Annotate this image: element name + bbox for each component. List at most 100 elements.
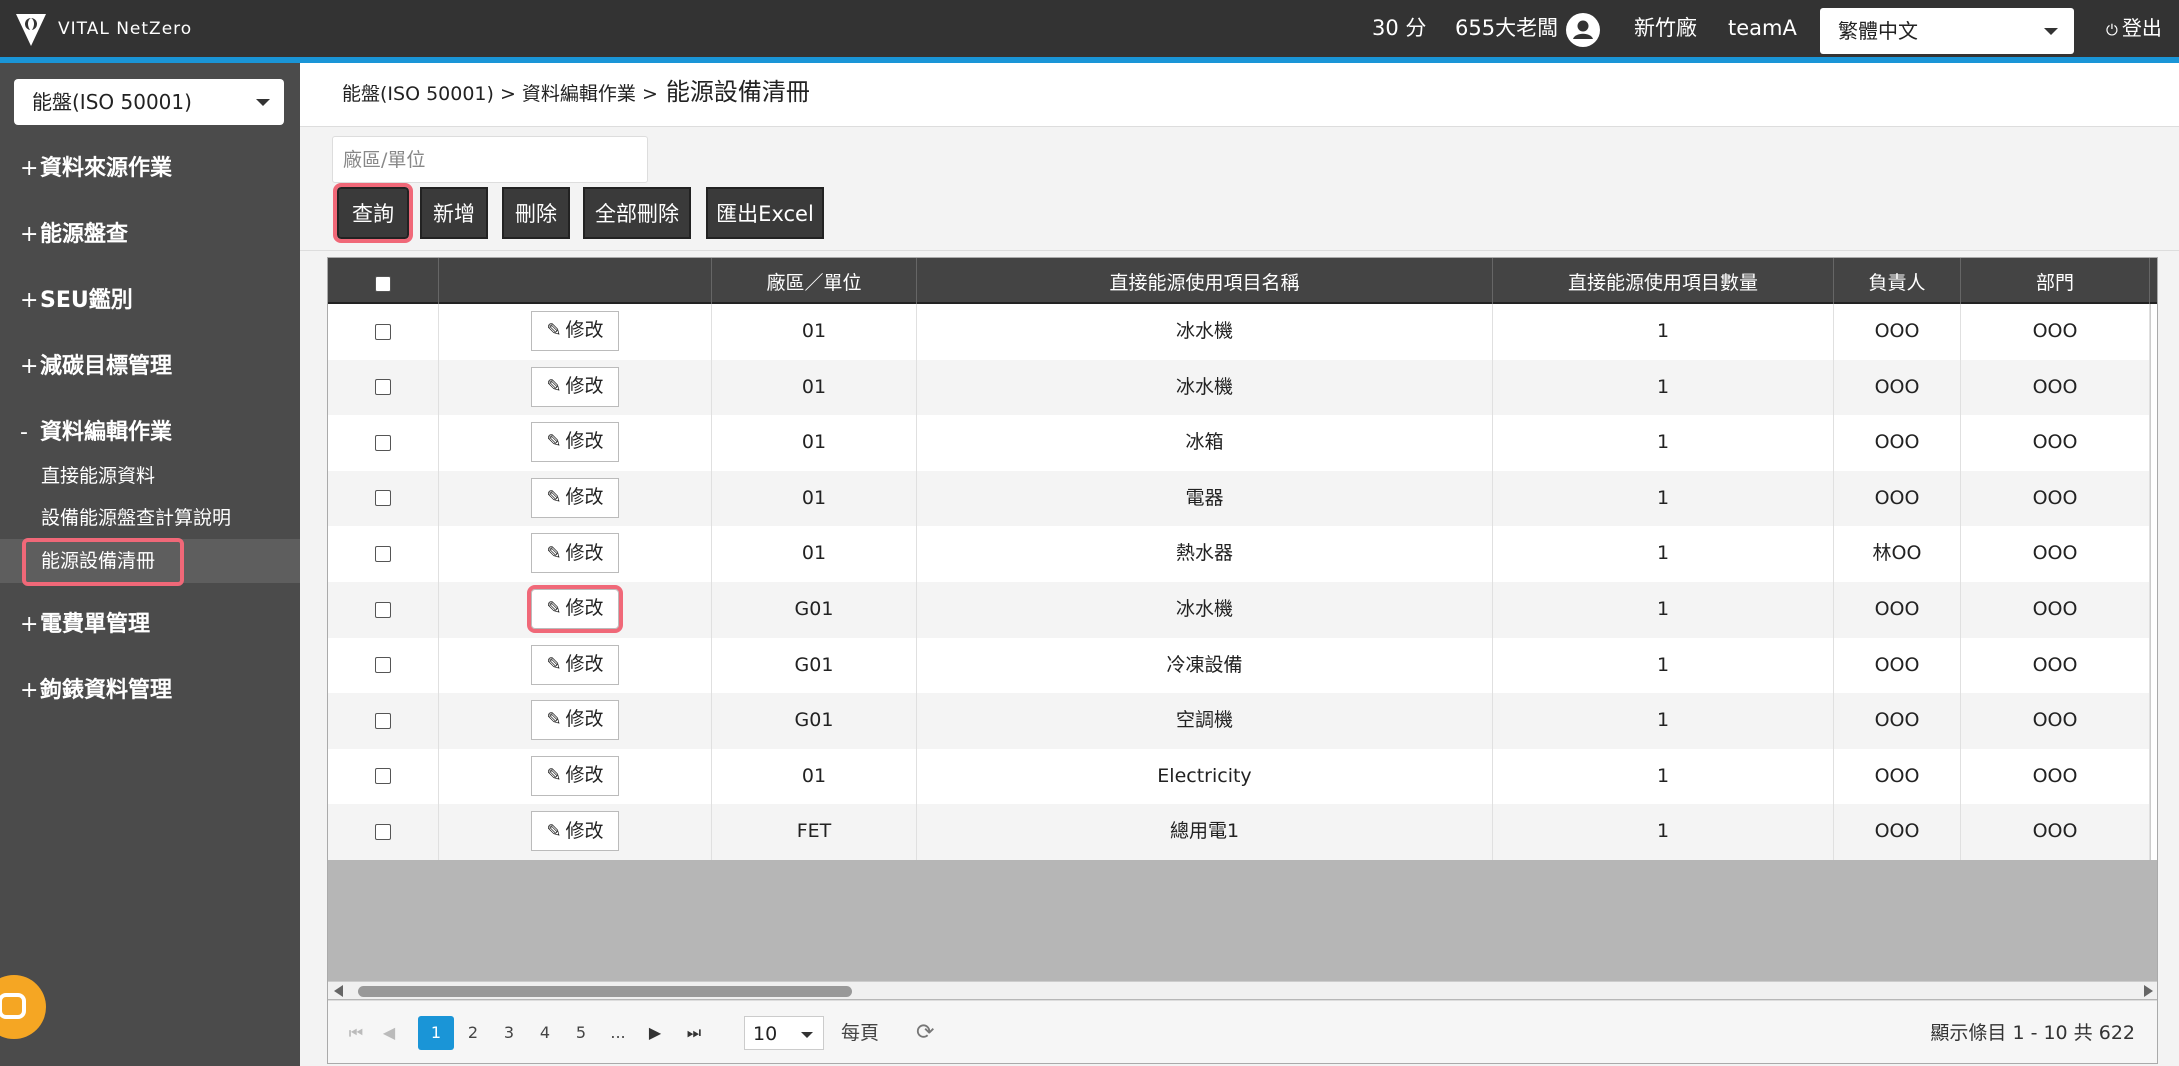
prev-page-icon[interactable]: ◀ [376, 1016, 402, 1050]
vertical-scrollbar[interactable] [2150, 304, 2157, 860]
cell-item-name: 電器 [917, 470, 1493, 527]
collapse-sign: - [20, 420, 28, 445]
cell-owner: OOO [1834, 582, 1961, 638]
unit-filter-input[interactable] [333, 137, 647, 182]
scroll-right-icon[interactable] [2144, 985, 2153, 997]
table-row: ✎ 修改 01 冰水機 1 OOO OOO [328, 304, 2150, 360]
edit-button[interactable]: ✎ 修改 [531, 477, 619, 518]
header-select-all[interactable] [328, 258, 439, 304]
unit-filter-field[interactable] [332, 136, 648, 183]
edit-button[interactable]: ✎ 修改 [531, 366, 619, 407]
cell-owner: OOO [1834, 304, 1961, 360]
row-checkbox[interactable] [375, 323, 391, 340]
cell-dept: OOO [1961, 359, 2150, 416]
score-display: 30 分 [1372, 16, 1427, 40]
page-5[interactable]: 5 [568, 1016, 594, 1050]
delete-button[interactable]: 刪除 [502, 187, 570, 239]
cell-item-name: 冷凍設備 [917, 637, 1493, 694]
refresh-icon[interactable]: ⟳ [916, 1016, 934, 1050]
logout-button[interactable]: ⏻ 登出 [2106, 0, 2162, 57]
expand-sign: + [20, 156, 39, 181]
header-owner[interactable]: 負責人 [1834, 258, 1961, 304]
row-checkbox[interactable] [375, 823, 391, 840]
module-select[interactable]: 能盤(ISO 50001) [14, 79, 284, 125]
cell-unit: 01 [712, 526, 917, 582]
breadcrumb: 能盤(ISO 50001) > 資料編輯作業 > 能源設備清冊 [342, 63, 810, 127]
edit-button[interactable]: ✎ 修改 [531, 533, 619, 574]
breadcrumb-path[interactable]: 能盤(ISO 50001) > 資料編輯作業 > [342, 83, 658, 105]
export-excel-button[interactable]: 匯出Excel [706, 187, 824, 239]
menu-group-seu[interactable]: +SEU鑑別 [0, 281, 300, 321]
header-item-qty[interactable]: 直接能源使用項目數量 [1493, 258, 1834, 304]
menu-group-label: 減碳目標管理 [40, 354, 173, 379]
menu-group-energy-inventory[interactable]: +能源盤查 [0, 215, 300, 255]
select-all-checkbox[interactable] [375, 275, 391, 292]
page-ellipsis[interactable]: ... [604, 1016, 632, 1050]
query-button[interactable]: 查詢 [333, 183, 413, 243]
next-page-icon[interactable]: ▶ [642, 1016, 668, 1050]
cell-owner: OOO [1834, 637, 1961, 694]
language-select[interactable]: 繁體中文 [1820, 8, 2074, 54]
row-checkbox[interactable] [375, 601, 391, 618]
row-select-cell [328, 304, 439, 360]
sidebar-item-direct-energy[interactable]: 直接能源資料 [0, 458, 300, 494]
user-name[interactable]: 655大老闆 [1455, 0, 1558, 57]
chevron-down-icon [2044, 28, 2058, 35]
menu-group-data-edit[interactable]: - 資料編輯作業 [0, 413, 300, 453]
menu-group-data-source[interactable]: +資料來源作業 [0, 149, 300, 189]
row-checkbox[interactable] [375, 545, 391, 562]
horizontal-scrollbar[interactable] [328, 981, 2157, 999]
cell-item-name: 冰水機 [917, 359, 1493, 416]
menu-group-carbon-target[interactable]: +減碳目標管理 [0, 347, 300, 387]
row-checkbox[interactable] [375, 657, 391, 674]
page-2[interactable]: 2 [460, 1016, 486, 1050]
row-actions-cell: ✎ 修改 [439, 693, 712, 749]
edit-label: 修改 [565, 430, 604, 453]
row-checkbox[interactable] [375, 379, 391, 396]
page-3[interactable]: 3 [496, 1016, 522, 1050]
user-avatar-icon[interactable] [1566, 13, 1600, 47]
factory-label[interactable]: 新竹廠 [1634, 0, 1697, 57]
edit-button[interactable]: ✎ 修改 [531, 700, 619, 741]
cell-dept: OOO [1961, 637, 2150, 694]
first-page-icon[interactable]: ⏮ [342, 1016, 370, 1050]
scroll-left-icon[interactable] [334, 985, 343, 997]
pencil-icon: ✎ [546, 820, 562, 842]
edit-button[interactable]: ✎ 修改 [531, 422, 619, 463]
header-item-name[interactable]: 直接能源使用項目名稱 [917, 258, 1493, 304]
cell-owner: OOO [1834, 415, 1961, 471]
page-size-select[interactable]: 10 [744, 1016, 824, 1050]
sidebar-item-calc-description[interactable]: 設備能源盤查計算說明 [0, 500, 300, 536]
edit-button[interactable]: ✎ 修改 [531, 644, 619, 685]
row-checkbox[interactable] [375, 434, 391, 451]
last-page-icon[interactable]: ⏭ [680, 1016, 708, 1050]
row-checkbox[interactable] [375, 490, 391, 507]
expand-sign: + [20, 354, 39, 379]
cell-item-qty: 1 [1493, 526, 1834, 582]
row-checkbox[interactable] [375, 712, 391, 729]
header-unit[interactable]: 廠區／單位 [712, 258, 917, 304]
edit-button[interactable]: ✎ 修改 [531, 311, 619, 351]
chevron-down-icon [256, 99, 270, 106]
cell-dept: OOO [1961, 804, 2150, 860]
header-dept[interactable]: 部門 [1961, 258, 2150, 304]
scrollbar-thumb[interactable] [358, 986, 852, 997]
table-row: ✎ 修改 01 冰水機 1 OOO OOO [328, 359, 2150, 416]
logo-icon [16, 14, 46, 46]
edit-button[interactable]: ✎ 修改 [531, 811, 619, 852]
chat-icon[interactable] [0, 975, 46, 1039]
edit-button[interactable]: ✎ 修改 [527, 585, 623, 633]
menu-group-electricity-bill[interactable]: +電費單管理 [0, 605, 300, 645]
page-4[interactable]: 4 [532, 1016, 558, 1050]
edit-button[interactable]: ✎ 修改 [531, 755, 619, 796]
delete-all-button[interactable]: 全部刪除 [583, 187, 691, 239]
pencil-icon: ✎ [546, 765, 562, 786]
team-label[interactable]: teamA [1728, 0, 1797, 57]
add-button[interactable]: 新增 [420, 187, 488, 239]
cell-item-qty: 1 [1493, 748, 1834, 805]
row-checkbox[interactable] [375, 768, 391, 785]
cell-item-name: 冰箱 [917, 415, 1493, 471]
equipment-grid: 廠區／單位 直接能源使用項目名稱 直接能源使用項目數量 負責人 部門 ✎ 修改 01… [327, 257, 2158, 1064]
page-1[interactable]: 1 [418, 1016, 454, 1050]
menu-group-meter-data[interactable]: +鉤錶資料管理 [0, 671, 300, 711]
